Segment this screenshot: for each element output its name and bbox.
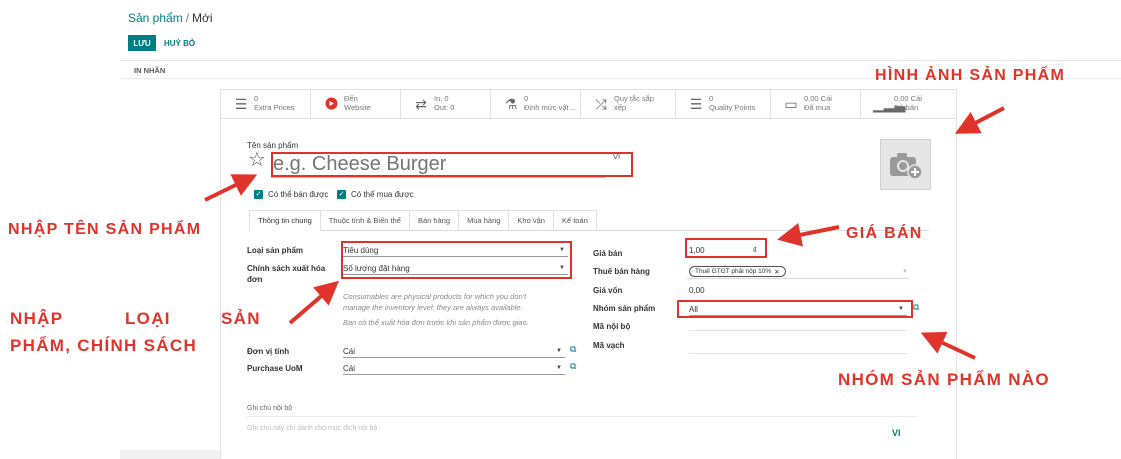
tab-general-info[interactable]: Thông tin chung xyxy=(249,210,321,231)
product-name-underline xyxy=(271,177,606,178)
bar-chart-icon: ▁▂▃ xyxy=(873,96,906,112)
stat-buttons-divider xyxy=(221,118,956,119)
stat-in-out-button[interactable]: ⇄ In: 0 Out: 0 xyxy=(401,90,491,118)
breadcrumb-separator: / xyxy=(185,11,190,25)
breadcrumb: Sản phẩm / Mới xyxy=(128,11,213,25)
name-callout: NHẬP TÊN SẢN PHẨM xyxy=(8,221,202,238)
stat-extra-prices-button[interactable]: ☰ 0 Extra Prices xyxy=(221,90,311,118)
remove-tag-icon[interactable]: ✕ xyxy=(774,268,779,276)
save-button[interactable]: LƯU xyxy=(128,35,156,51)
stat-quality-points-button[interactable]: ☰ 0 Quality Points xyxy=(676,90,771,118)
stat-routes-button[interactable]: ⤮ Quy tắc sắp xếp xyxy=(581,90,676,118)
uom-label: Đơn vị tính xyxy=(247,347,290,356)
purchase-uom-select[interactable]: Cái ▼ xyxy=(343,362,565,375)
invoice-policy-label-line2: đơn xyxy=(247,275,263,284)
breadcrumb-current: Mới xyxy=(192,11,213,25)
type-callout-word2: LOẠI xyxy=(125,309,171,328)
card-icon: ▭ xyxy=(784,96,798,112)
price-callout: GIÁ BÁN xyxy=(846,225,923,242)
stat-label: xếp xyxy=(614,103,627,112)
customer-tax-label: Thuế bán hàng xyxy=(593,267,650,276)
list-icon: ☰ xyxy=(234,96,248,112)
tab-purchase[interactable]: Mua hàng xyxy=(459,210,510,231)
can-be-sold-checkbox[interactable]: ✓ xyxy=(254,190,263,199)
internal-notes-label: Ghi chú nội bộ xyxy=(247,405,293,412)
internal-notes-divider xyxy=(247,416,917,417)
product-image-upload[interactable] xyxy=(880,139,931,190)
status-bar xyxy=(120,450,220,459)
external-link-icon[interactable]: ⧉ xyxy=(570,344,576,355)
can-be-sold-field: ✓ Có thể bán được xyxy=(254,190,328,199)
shuffle-icon: ⤮ xyxy=(595,96,607,112)
product-type-label: Loại sản phẩm xyxy=(247,246,304,255)
control-panel-divider xyxy=(120,60,1121,61)
internal-notes-input[interactable]: Ghi chú này chỉ dành cho mục đích nội bộ… xyxy=(247,425,379,432)
help-line: manage the inventory level: they are alw… xyxy=(343,302,523,312)
internal-reference-input[interactable] xyxy=(689,330,907,331)
purchase-uom-value: Cái xyxy=(343,363,356,373)
can-be-purchased-checkbox[interactable]: ✓ xyxy=(337,190,346,199)
tax-tag-label: Thuế GTGT phải nộp 10% xyxy=(695,268,772,275)
stat-label: Quality Points xyxy=(709,103,756,112)
stat-label: Extra Prices xyxy=(254,103,295,112)
help-line: Consumables are physical products for wh… xyxy=(343,292,527,301)
tax-tag: Thuế GTGT phải nộp 10% ✕ xyxy=(689,266,786,277)
barcode-label: Mã vạch xyxy=(593,341,625,350)
favorite-star-icon[interactable]: ☆ xyxy=(248,150,266,170)
discard-button[interactable]: HUỶ BỎ xyxy=(164,35,195,51)
product-category-label: Nhóm sản phẩm xyxy=(593,304,656,313)
tab-accounting[interactable]: Kế toán xyxy=(553,210,597,231)
stat-label: Đã mua xyxy=(804,103,831,112)
chevron-down-icon[interactable]: ▼ xyxy=(902,269,908,275)
invoice-policy-label-line1: Chính sách xuất hóa xyxy=(247,264,326,273)
print-labels-button[interactable]: IN NHÃN xyxy=(134,66,165,75)
stat-label: Định mức vật ... xyxy=(524,103,577,112)
stat-bom-button[interactable]: ⚗ 0 Định mức vật ... xyxy=(491,90,581,118)
list-icon: ☰ xyxy=(689,96,703,112)
cost-label: Giá vốn xyxy=(593,286,623,295)
stat-website-button[interactable]: Đến Website xyxy=(311,90,401,118)
type-callout-word1: NHẬP xyxy=(10,309,64,328)
notes-language-button[interactable]: VI xyxy=(892,428,901,438)
globe-icon xyxy=(323,97,339,112)
camera-plus-icon xyxy=(889,152,923,180)
purchase-uom-label: Purchase UoM xyxy=(247,364,303,373)
notebook-tabs: Thông tin chung Thuộc tính & Biến thể Bá… xyxy=(249,210,597,231)
category-highlight-box xyxy=(677,300,913,318)
category-callout: NHÓM SẢN PHẨM NÀO xyxy=(838,370,1050,389)
type-callout-line2: PHẨM, CHÍNH SÁCH xyxy=(10,336,198,355)
tab-sales[interactable]: Bán hàng xyxy=(409,210,460,231)
name-highlight-box xyxy=(271,152,633,177)
image-callout: HÌNH ẢNH SẢN PHẨM xyxy=(875,67,1066,84)
stat-label: Out: 0 xyxy=(434,103,455,112)
chevron-down-icon: ▼ xyxy=(556,365,562,371)
can-be-sold-label: Có thể bán được xyxy=(268,190,329,199)
price-highlight-box xyxy=(685,238,767,258)
uom-value: Cái xyxy=(343,346,356,356)
can-be-purchased-label: Có thể mua được xyxy=(351,190,414,199)
uom-select[interactable]: Cái ▼ xyxy=(343,345,565,358)
chevron-down-icon: ▼ xyxy=(556,348,562,354)
type-policy-highlight-box xyxy=(341,241,572,279)
stat-purchased-button[interactable]: ▭ 0,00 Cái Đã mua xyxy=(771,90,861,118)
can-be-purchased-field: ✓ Có thể mua được xyxy=(337,190,414,199)
external-link-icon[interactable]: ⧉ xyxy=(913,302,919,313)
transfer-icon: ⇄ xyxy=(415,96,427,112)
barcode-input[interactable] xyxy=(689,353,907,354)
type-callout-word3: SẢN xyxy=(221,309,261,328)
stat-sold-button[interactable]: ▁▂▃ 0,00 Cái Đã bán xyxy=(861,90,956,118)
help-line: Bạn có thể xuất hóa đơn trước khi sản ph… xyxy=(343,317,529,327)
cost-value[interactable]: 0,00 xyxy=(689,286,705,295)
external-link-icon[interactable]: ⧉ xyxy=(570,361,576,372)
product-type-help: Consumables are physical products for wh… xyxy=(343,292,573,329)
internal-reference-label: Mã nội bộ xyxy=(593,322,631,331)
sale-price-label: Giá bán xyxy=(593,249,623,258)
stat-label: Đã bán xyxy=(894,103,919,112)
tab-inventory[interactable]: Kho vận xyxy=(509,210,554,231)
image-arrow xyxy=(954,106,1005,134)
stat-label: Website xyxy=(344,103,371,112)
tab-attributes-variants[interactable]: Thuộc tính & Biến thể xyxy=(320,210,410,231)
flask-icon: ⚗ xyxy=(504,96,518,112)
breadcrumb-products-link[interactable]: Sản phẩm xyxy=(128,11,183,25)
